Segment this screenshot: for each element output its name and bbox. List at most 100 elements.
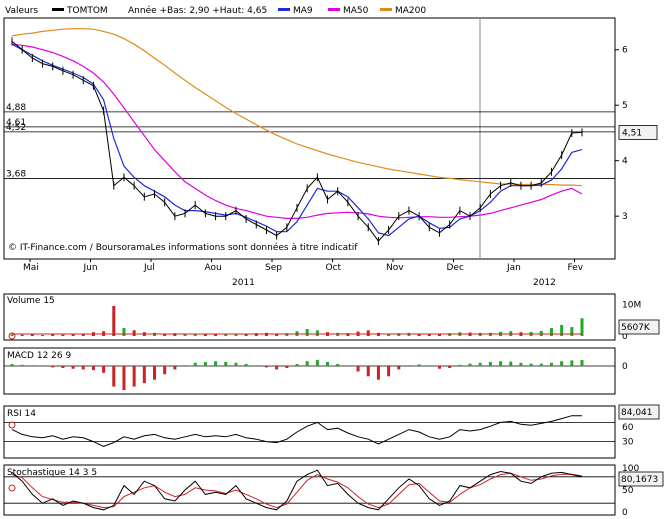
volume-bar	[51, 334, 55, 336]
rsi-tick-label: 30	[622, 438, 634, 448]
level-label: 4,88	[6, 103, 26, 113]
macd-bar	[539, 363, 543, 366]
macd-bar	[153, 366, 156, 380]
price-tick-label: 6	[622, 46, 628, 56]
legend-ma50: MA50	[343, 6, 369, 16]
macd-bar	[519, 362, 523, 366]
macd-bar	[244, 364, 248, 366]
month-label: Fev	[568, 263, 584, 273]
macd-bar	[51, 366, 55, 368]
volume-bar	[539, 330, 543, 336]
macd-bar	[478, 362, 482, 366]
macd-bar	[488, 362, 492, 366]
month-label: Jan	[506, 263, 521, 273]
watermark: © IT-Finance.com / BoursoramaLes informa…	[8, 242, 358, 253]
price-series	[11, 28, 583, 246]
macd-bar	[529, 363, 533, 366]
macd-bar	[356, 366, 360, 372]
macd-bar	[438, 366, 441, 369]
macd-bar	[112, 366, 116, 387]
macd-bar	[264, 366, 268, 368]
rsi-tick-label: 60	[622, 423, 634, 433]
macd-bar	[366, 366, 370, 377]
panel-marker-icon	[8, 484, 16, 492]
legend-symbol: TOMTOM	[66, 6, 108, 16]
volume-bar	[112, 305, 116, 336]
legend-ma200-swatch	[380, 8, 392, 11]
macd-bar	[203, 362, 207, 366]
rsi-panel-frame	[3, 405, 616, 459]
macd-bar	[570, 360, 574, 366]
month-label: Dec	[447, 263, 464, 273]
macd-bar	[305, 361, 309, 366]
level-label: 3,68	[6, 169, 26, 179]
macd-bar	[499, 361, 503, 366]
volume-tick-label: 10M	[622, 300, 641, 310]
legend-ma200: MA200	[395, 6, 426, 16]
stoch-d-line	[11, 472, 583, 509]
macd-bar	[468, 363, 472, 366]
volume-bar	[132, 330, 136, 336]
volume-bar	[580, 318, 584, 336]
macd-bar	[142, 366, 146, 384]
stoch-tick-label: 0	[622, 508, 628, 518]
macd-bar	[20, 364, 24, 366]
price-last-value: 4,51	[622, 128, 642, 138]
macd-bar	[580, 360, 584, 366]
rsi-y-axis: 60 30 84,041	[618, 404, 660, 448]
volume-bar	[122, 328, 126, 336]
series-ma50	[11, 43, 583, 219]
volume-bar	[20, 334, 24, 336]
legend-symbol-swatch	[52, 8, 64, 11]
macd-bar	[254, 365, 258, 366]
macd-panel-frame	[3, 347, 616, 395]
macd-bar	[173, 366, 177, 370]
legend-ma9-swatch	[278, 8, 290, 11]
legend-range: Année +Bas: 2,90 +Haut: 4,65	[128, 5, 267, 16]
macd-bar	[214, 361, 218, 366]
macd-bar	[81, 366, 85, 370]
year-label: 2011	[232, 278, 255, 288]
macd-bar	[30, 365, 34, 366]
macd-bar	[448, 366, 452, 369]
legend-valeurs: Valeurs	[5, 6, 38, 16]
macd-bar	[122, 366, 126, 390]
month-label: Oct	[326, 263, 342, 273]
volume-bar	[549, 328, 553, 336]
volume-bar	[305, 329, 309, 336]
macd-bar	[295, 364, 299, 366]
macd-bar	[193, 362, 197, 366]
macd-bar	[234, 362, 238, 366]
macd-bars	[4, 360, 615, 390]
macd-bar	[91, 366, 95, 371]
macd-bar	[61, 366, 65, 369]
macd-bar	[560, 361, 564, 366]
macd-bar	[275, 366, 279, 370]
year-label: 2012	[533, 278, 556, 288]
stoch-tick-label: 50	[622, 486, 634, 496]
macd-bar	[10, 364, 14, 366]
volume-y-axis: 10M05607K	[618, 300, 660, 342]
volume-bar	[315, 330, 319, 336]
macd-bar	[407, 365, 411, 366]
legend-ma50-swatch	[328, 8, 340, 11]
price-levels: 4,884,614,523,68	[4, 103, 615, 179]
macd-label: MACD 12 26 9	[7, 351, 71, 361]
macd-bar	[376, 366, 380, 380]
month-label: Mai	[23, 263, 39, 273]
macd-y-axis: 0	[622, 362, 628, 372]
macd-bar	[163, 366, 167, 375]
panel-marker-icon	[8, 421, 16, 429]
price-y-axis: 6 5 4 3 4,51	[615, 46, 658, 222]
macd-tick-label: 0	[622, 362, 628, 372]
rsi-last-value: 84,041	[621, 408, 653, 418]
volume-last-value: 5607K	[621, 323, 651, 333]
macd-bar	[397, 366, 401, 370]
macd-bar	[509, 361, 513, 366]
macd-bar	[224, 362, 228, 366]
stoch-last-value: 80,1673	[621, 475, 658, 485]
macd-bar	[102, 366, 106, 373]
month-label: Jun	[83, 263, 98, 273]
stock-chart: Valeurs TOMTOM Année +Bas: 2,90 +Haut: 4…	[3, 5, 664, 518]
volume-bar	[570, 327, 574, 336]
